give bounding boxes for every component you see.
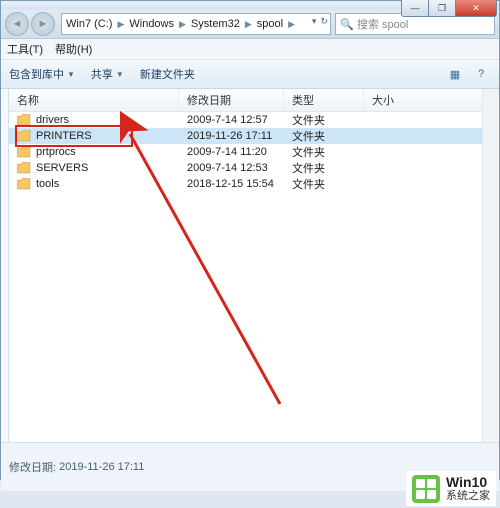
explorer-window: — ❐ ✕ ◄ ► Win7 (C:)▶ Windows▶ System32▶ … <box>0 0 500 480</box>
table-row[interactable]: PRINTERS 2019-11-26 17:11文件夹 <box>9 128 499 144</box>
col-type[interactable]: 类型 <box>284 89 364 111</box>
column-headers: 名称 修改日期 类型 大小 <box>9 89 499 112</box>
file-name: PRINTERS <box>36 130 92 142</box>
folder-icon <box>17 178 31 190</box>
folder-icon <box>17 130 31 142</box>
toolbar-organize[interactable]: 包含到库中▼ <box>9 66 75 82</box>
table-row[interactable]: prtprocs 2009-7-14 11:20文件夹 <box>9 144 499 160</box>
file-name: drivers <box>36 114 69 126</box>
menu-tools[interactable]: 工具(T) <box>7 41 43 57</box>
toolbar-newfolder[interactable]: 新建文件夹 <box>140 66 195 82</box>
file-type: 文件夹 <box>284 160 364 176</box>
toolbar-share[interactable]: 共享▼ <box>91 66 124 82</box>
file-name: SERVERS <box>36 162 88 174</box>
file-name: tools <box>36 178 59 190</box>
minimize-button[interactable]: — <box>401 0 429 17</box>
folder-icon <box>17 114 31 126</box>
crumb-spool[interactable]: spool <box>257 18 283 30</box>
breadcrumb-dropdown[interactable]: ▾↻ <box>308 16 328 27</box>
view-options-icon[interactable]: ▦ <box>445 64 465 84</box>
refresh-icon[interactable]: ↻ <box>320 16 328 27</box>
file-date: 2009-7-14 12:57 <box>179 114 284 126</box>
file-type: 文件夹 <box>284 112 364 128</box>
file-date: 2009-7-14 12:53 <box>179 162 284 174</box>
breadcrumb[interactable]: Win7 (C:)▶ Windows▶ System32▶ spool▶ ▾↻ <box>61 13 331 35</box>
menubar: 工具(T) 帮助(H) <box>1 39 499 60</box>
details-value: 2019-11-26 17:11 <box>59 461 144 473</box>
watermark-subtitle: 系统之家 <box>446 490 490 503</box>
file-date: 2018-12-15 15:54 <box>179 178 284 190</box>
crumb-system32[interactable]: System32 <box>191 18 240 30</box>
scrollbar[interactable] <box>482 89 499 442</box>
nav-forward-button[interactable]: ► <box>31 12 55 36</box>
toolbar: 包含到库中▼ 共享▼ 新建文件夹 ▦ ? <box>1 60 499 89</box>
file-date: 2019-11-26 17:11 <box>179 130 284 142</box>
crumb-windows[interactable]: Windows <box>129 18 174 30</box>
list-pane: 名称 修改日期 类型 大小 drivers2009-7-14 12:57文件夹P… <box>9 89 499 442</box>
body-area: 名称 修改日期 类型 大小 drivers2009-7-14 12:57文件夹P… <box>1 89 499 442</box>
folder-icon <box>17 146 31 158</box>
folder-icon <box>17 162 31 174</box>
file-type: 文件夹 <box>284 128 364 144</box>
table-row[interactable]: drivers 2009-7-14 12:57文件夹 <box>9 112 499 128</box>
table-row[interactable]: tools 2018-12-15 15:54文件夹 <box>9 176 499 192</box>
crumb-drive[interactable]: Win7 (C:) <box>66 18 112 30</box>
watermark: Win10 系统之家 <box>406 471 496 506</box>
maximize-button[interactable]: ❐ <box>428 0 456 17</box>
col-date[interactable]: 修改日期 <box>179 89 284 111</box>
nav-back-button[interactable]: ◄ <box>5 12 29 36</box>
watermark-title: Win10 <box>446 474 490 490</box>
col-size[interactable]: 大小 <box>364 89 499 111</box>
close-button[interactable]: ✕ <box>455 0 497 17</box>
table-row[interactable]: SERVERS 2009-7-14 12:53文件夹 <box>9 160 499 176</box>
menu-help[interactable]: 帮助(H) <box>55 41 92 57</box>
file-rows: drivers2009-7-14 12:57文件夹PRINTERS2019-11… <box>9 112 499 192</box>
nav-pane[interactable] <box>1 89 9 442</box>
watermark-logo-icon <box>412 475 440 503</box>
file-type: 文件夹 <box>284 144 364 160</box>
search-icon: 🔍 <box>340 17 354 31</box>
file-type: 文件夹 <box>284 176 364 192</box>
titlebar: — ❐ ✕ <box>1 1 499 10</box>
col-name[interactable]: 名称 <box>9 89 179 111</box>
search-placeholder: 搜索 spool <box>357 16 408 32</box>
help-icon[interactable]: ? <box>471 64 491 84</box>
file-date: 2009-7-14 11:20 <box>179 146 284 158</box>
file-name: prtprocs <box>36 146 76 158</box>
details-label: 修改日期: <box>9 459 56 475</box>
